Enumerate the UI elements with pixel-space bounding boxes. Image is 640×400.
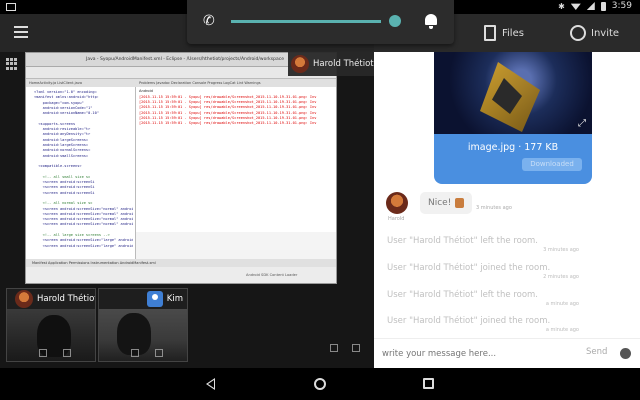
main-video-controls xyxy=(330,344,360,352)
avatar xyxy=(15,290,33,308)
system-message-time: 3 minutes ago xyxy=(543,247,579,253)
file-name-text: image.jpg xyxy=(467,142,516,153)
app-window: ✱ 3:59 ✆ Files Invite Java - Syopu/Andro… xyxy=(0,0,640,400)
file-preview-image[interactable] xyxy=(434,52,592,134)
back-icon[interactable] xyxy=(206,378,215,390)
files-label: Files xyxy=(502,27,524,39)
console-line: [2015-11-15 15:59:01 - Syopu] res/drawab… xyxy=(139,105,317,110)
ide-code-editor: <?xml version="1.0" encoding= <manifest x… xyxy=(26,87,136,259)
emoji-picker-icon[interactable] xyxy=(620,348,631,359)
console-line: [2015-11-15 15:59:01 - Syopu] res/drawab… xyxy=(139,121,317,126)
user-icon xyxy=(570,25,586,41)
participant-label: Harold Thétiot xyxy=(7,289,95,309)
ide-panel-tabs: Problems Javadoc Declaration Console Pro… xyxy=(136,79,336,87)
participant-tile[interactable]: Harold Thétiot xyxy=(6,288,96,362)
participant-name: Kim xyxy=(166,294,183,304)
ide-editor-tabs: HomeActivity.ja ListClient.java xyxy=(26,79,136,87)
console-header: Android xyxy=(139,89,153,93)
phone-icon: ✆ xyxy=(203,13,215,29)
volume-popup: ✆ xyxy=(187,0,454,44)
wifi-icon xyxy=(570,3,581,10)
hangup-icon[interactable] xyxy=(352,344,360,352)
invite-label: Invite xyxy=(591,27,620,39)
system-message-text: User "Harold Thétiot" joined the room. xyxy=(387,316,551,326)
message-sender: Harold xyxy=(388,216,405,222)
expand-icon[interactable] xyxy=(330,344,338,352)
bluetooth-icon: ✱ xyxy=(558,1,565,11)
status-icons: ✱ 3:59 xyxy=(558,1,632,11)
battery-icon xyxy=(600,1,606,11)
volume-track[interactable] xyxy=(231,20,381,23)
system-message-text: User "Harold Thétiot" left the room. xyxy=(387,290,539,300)
system-message: User "Harold Thétiot" left the room. 3 m… xyxy=(387,235,627,257)
expand-icon[interactable] xyxy=(131,349,139,357)
file-card[interactable]: ⤢ image.jpg · 177 KB Downloaded xyxy=(434,52,592,184)
clock: 3:59 xyxy=(611,1,632,11)
code-line: <screen android:screenSize="normal" andr… xyxy=(42,222,133,227)
participant-video xyxy=(7,309,95,361)
hangup-icon[interactable] xyxy=(155,349,163,357)
ide-console: Android [2015-11-15 15:59:01 - Syopu] re… xyxy=(136,87,336,232)
download-button[interactable]: Downloaded xyxy=(522,158,582,171)
expand-icon[interactable]: ⤢ xyxy=(578,118,586,129)
file-icon xyxy=(484,25,496,41)
system-message-time: a minute ago xyxy=(545,301,579,307)
grid-icon[interactable] xyxy=(6,58,18,70)
system-message: User "Harold Thétiot" joined the room. 2… xyxy=(387,262,627,284)
screenshare-view: Java - Syopu/AndroidManifest.xml - Eclip… xyxy=(25,52,337,284)
message-composer: Send xyxy=(374,338,640,368)
console-lines: [2015-11-15 15:59:01 - Syopu] res/drawab… xyxy=(139,95,335,126)
signal-icon xyxy=(586,2,595,10)
files-button[interactable]: Files xyxy=(484,14,524,52)
file-size: 177 KB xyxy=(524,142,559,153)
participant-name: Harold Thétiot xyxy=(37,294,96,304)
volume-slider-handle[interactable] xyxy=(389,15,401,27)
code-line: <screen android:screenSize="large" andro… xyxy=(42,238,133,243)
screenshare-owner-name: Harold Thétiot xyxy=(313,59,374,69)
participant-tile[interactable]: Kim xyxy=(98,288,188,362)
avatar xyxy=(291,55,309,73)
avatar xyxy=(146,291,163,307)
message-bubble: Nice! xyxy=(420,192,473,214)
message-text: Nice! xyxy=(428,198,452,208)
conference-area: Java - Syopu/AndroidManifest.xml - Eclip… xyxy=(0,52,374,368)
ide-bottom-tabs: Manifest Application Permissions Instrum… xyxy=(26,259,336,267)
system-message-text: User "Harold Thétiot" joined the room. xyxy=(387,263,551,273)
hangup-icon[interactable] xyxy=(63,349,71,357)
navigation-bar xyxy=(0,368,640,400)
ide-status: Android SDK Content Loader xyxy=(26,267,336,283)
send-button[interactable]: Send xyxy=(586,347,607,357)
menu-icon[interactable] xyxy=(14,26,28,38)
system-message-text: User "Harold Thétiot" left the room. xyxy=(387,236,539,246)
participant-label: Kim xyxy=(99,289,187,309)
recent-apps-icon[interactable] xyxy=(423,378,434,389)
invite-button[interactable]: Invite xyxy=(570,14,619,52)
system-message-time: 2 minutes ago xyxy=(543,274,579,280)
expand-icon[interactable] xyxy=(39,349,47,357)
avatar xyxy=(386,192,408,214)
emoji-icon xyxy=(455,197,465,208)
system-message: User "Harold Thétiot" joined the room. a… xyxy=(387,315,627,337)
system-message: User "Harold Thétiot" left the room. a m… xyxy=(387,289,627,311)
chat-panel: ⤢ image.jpg · 177 KB Downloaded Harold N… xyxy=(374,52,640,368)
system-message-time: a minute ago xyxy=(545,327,579,333)
notification-icon xyxy=(6,3,16,11)
message-timestamp: 3 minutes ago xyxy=(476,205,512,211)
file-name: image.jpg · 177 KB xyxy=(467,142,559,153)
screenshare-owner: Harold Thétiot xyxy=(288,52,374,76)
chat-message: Harold Nice! 3 minutes ago xyxy=(386,192,630,222)
bell-icon[interactable] xyxy=(424,13,438,29)
code-line: <screen android:screenSize="large" andro… xyxy=(42,243,133,248)
participant-video xyxy=(99,309,187,361)
message-input[interactable] xyxy=(382,345,572,363)
home-icon[interactable] xyxy=(314,378,326,390)
